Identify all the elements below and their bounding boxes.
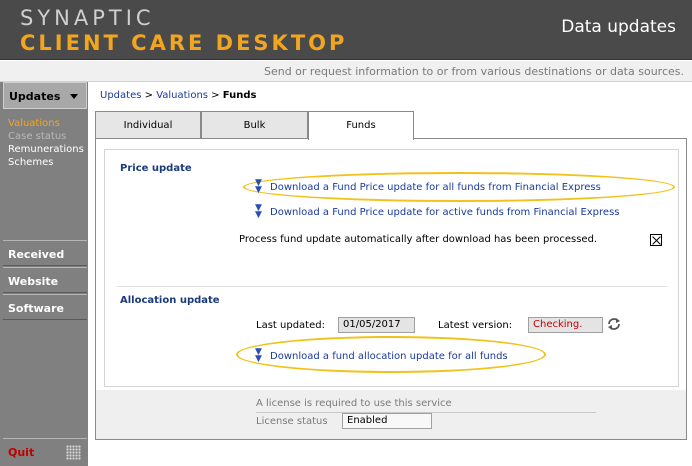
chevron-down-icon — [70, 94, 78, 99]
latest-version-value: Checking. — [528, 317, 603, 333]
download-price-all-funds-text: Download a Fund Price update for all fun… — [270, 182, 601, 193]
section-divider — [117, 286, 667, 287]
quit-label: Quit — [8, 446, 35, 459]
page-description: Send or request information to or from v… — [263, 65, 684, 78]
sidebar-item-case-status: Case status — [8, 131, 67, 142]
resize-grip-icon — [66, 445, 81, 460]
allocation-update-heading: Allocation update — [120, 295, 220, 306]
refresh-icon[interactable] — [606, 316, 622, 332]
auto-process-checkbox[interactable] — [650, 234, 662, 246]
download-allocation-all-funds-link[interactable]: ▼ ▼ Download a fund allocation update for … — [255, 347, 508, 364]
quit-button[interactable]: Quit — [3, 438, 87, 466]
app-header: SYNAPTIC CLIENT CARE DESKTOP Data update… — [0, 0, 692, 60]
download-allocation-all-funds-text: Download a fund allocation update for al… — [270, 351, 508, 362]
brand-product: CLIENT CARE DESKTOP — [20, 31, 348, 55]
sidebar-item-website[interactable]: Website — [3, 267, 87, 293]
sidebar-updates-label: Updates — [9, 90, 61, 103]
tab-funds[interactable]: Funds — [308, 111, 414, 140]
update-options-box: Price update ▼ ▼ Download a Fund Price upd… — [104, 149, 679, 387]
sidebar-item-remunerations[interactable]: Remunerations — [8, 144, 84, 155]
sidebar-submenu: Valuations Case status Remunerations Sch… — [3, 110, 87, 240]
sidebar: Updates Valuations Case status Remunerat… — [0, 82, 88, 466]
license-note: A license is required to use this servic… — [256, 398, 452, 409]
sidebar-item-software[interactable]: Software — [3, 294, 87, 320]
tab-bulk[interactable]: Bulk — [201, 111, 308, 139]
breadcrumb-current: Funds — [222, 90, 257, 101]
latest-version-label: Latest version: — [438, 320, 513, 331]
page-title: Data updates — [561, 17, 676, 37]
last-updated-value: 01/05/2017 — [338, 317, 415, 333]
sidebar-item-valuations[interactable]: Valuations — [8, 118, 60, 129]
download-price-active-funds-link[interactable]: ▼ ▼ Download a Fund Price update for activ… — [255, 203, 620, 220]
last-updated-label: Last updated: — [256, 320, 325, 331]
brand-name: SYNAPTIC — [20, 6, 155, 30]
auto-process-label: Process fund update automatically after … — [239, 234, 598, 245]
page-description-bar: Send or request information to or from v… — [0, 61, 692, 82]
license-status-label: License status — [256, 416, 328, 427]
license-status-value: Enabled — [342, 413, 432, 429]
download-arrow-icon: ▼ ▼ — [255, 347, 262, 364]
download-arrow-icon: ▼ ▼ — [255, 178, 262, 195]
breadcrumb-valuations[interactable]: Valuations — [156, 90, 208, 101]
sidebar-item-schemes[interactable]: Schemes — [8, 157, 53, 168]
price-update-heading: Price update — [120, 163, 192, 174]
tab-individual[interactable]: Individual — [95, 111, 201, 139]
breadcrumb-separator: > — [141, 90, 157, 101]
sidebar-updates-dropdown[interactable]: Updates — [3, 82, 87, 109]
breadcrumb-separator: > — [208, 90, 223, 101]
breadcrumb: Updates > Valuations > Funds — [100, 90, 256, 101]
license-section: A license is required to use this servic… — [96, 390, 686, 439]
funds-panel: Price update ▼ ▼ Download a Fund Price upd… — [95, 138, 687, 440]
download-price-active-funds-text: Download a Fund Price update for active … — [270, 207, 620, 218]
sidebar-item-received[interactable]: Received — [3, 240, 87, 266]
breadcrumb-updates[interactable]: Updates — [100, 90, 141, 101]
download-arrow-icon: ▼ ▼ — [255, 203, 262, 220]
download-price-all-funds-link[interactable]: ▼ ▼ Download a Fund Price update for all f… — [255, 178, 601, 195]
